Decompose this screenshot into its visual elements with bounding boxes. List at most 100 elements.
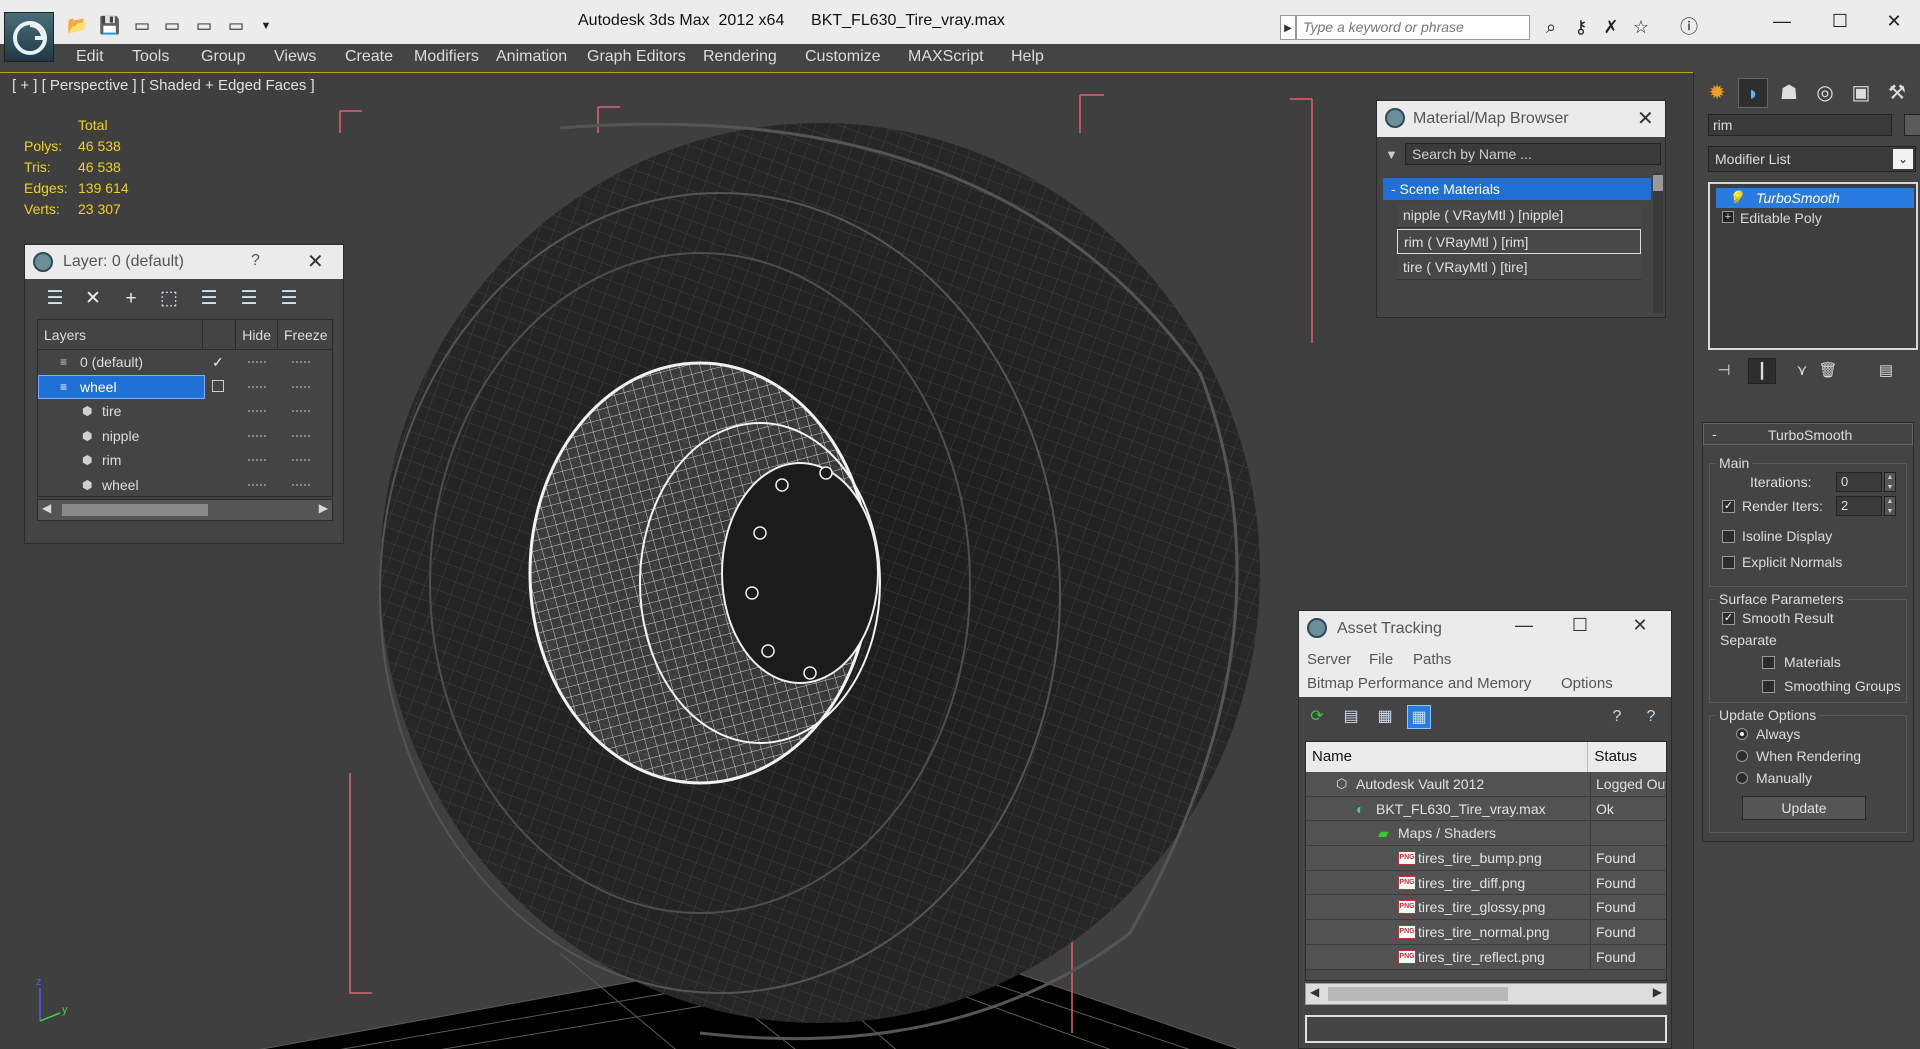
minimize-icon[interactable]: — [1509, 615, 1539, 636]
menu-edit[interactable]: Edit [76, 48, 104, 66]
smooth-result-checkbox[interactable]: ✓ [1722, 612, 1735, 625]
layer-object-row[interactable]: ⬢ nipple [38, 424, 332, 449]
material-item-selected[interactable]: rim ( VRayMtl ) [rim] [1397, 229, 1641, 254]
collapse-icon[interactable]: ⊟ [42, 380, 56, 394]
menu-modifiers[interactable]: Modifiers [414, 48, 479, 66]
hide-toggle[interactable] [248, 434, 266, 437]
menu-bitmap-performance[interactable]: Bitmap Performance and Memory [1307, 675, 1531, 692]
spinner-arrows-icon[interactable]: ▲ ▼ [1884, 472, 1896, 492]
context-help-icon[interactable]: ? [1639, 705, 1663, 729]
isoline-display-checkbox[interactable] [1722, 530, 1735, 543]
material-item[interactable]: nipple ( VRayMtl ) [nipple] [1397, 203, 1641, 228]
modifier-list-dropdown[interactable]: Modifier List ⌄ [1708, 146, 1916, 172]
collapse-icon[interactable]: - [1712, 426, 1717, 442]
layer-dialog-titlebar[interactable]: Layer: 0 (default) ? ✕ [25, 245, 343, 279]
maximize-icon[interactable]: ☐ [1820, 8, 1860, 34]
col-current[interactable] [203, 320, 237, 349]
asset-row[interactable]: PNG tires_tire_normal.png Found [1306, 920, 1666, 945]
render-iters-checkbox[interactable]: ✓ [1722, 500, 1735, 513]
asset-row[interactable]: PNG tires_tire_bump.png Found [1306, 846, 1666, 871]
menu-options[interactable]: Options [1561, 675, 1613, 692]
asset-row[interactable]: ◐ BKT_FL630_Tire_vray.max Ok [1306, 796, 1666, 822]
scrollbar-thumb[interactable] [62, 504, 208, 516]
scroll-right-icon[interactable]: ▶ [319, 501, 328, 515]
explicit-normals-checkbox[interactable] [1722, 556, 1735, 569]
col-hide[interactable]: Hide [236, 320, 278, 349]
scroll-right-icon[interactable]: ▶ [1653, 985, 1662, 999]
freeze-all-layers-icon[interactable]: ☰ [277, 287, 301, 311]
create-layer-icon[interactable]: ☰ [43, 287, 67, 311]
manually-radio[interactable] [1736, 772, 1748, 784]
keyword-search-input[interactable]: Type a keyword or phrase [1296, 15, 1530, 40]
freeze-toggle[interactable] [292, 361, 310, 363]
favorites-star-icon[interactable]: ☆ [1628, 15, 1654, 40]
hide-toggle[interactable] [248, 483, 266, 486]
menu-create[interactable]: Create [345, 48, 393, 66]
table-view-icon[interactable]: ▦ [1407, 705, 1431, 729]
help-question-icon[interactable]: ? [1605, 705, 1629, 729]
layer-horizontal-scrollbar[interactable]: ◀ ▶ [37, 499, 333, 521]
menu-views[interactable]: Views [274, 48, 316, 66]
asset-horizontal-scrollbar[interactable]: ◀ ▶ [1305, 983, 1667, 1005]
asset-row[interactable]: PNG tires_tire_diff.png Found [1306, 870, 1666, 896]
refresh-icon[interactable]: ⟳ [1305, 705, 1329, 729]
save-file-icon[interactable]: 💾 [98, 15, 122, 37]
hold-icon[interactable]: ▭ [192, 15, 216, 37]
freeze-toggle[interactable] [292, 459, 310, 461]
asset-row[interactable]: ⬡ Autodesk Vault 2012 Logged Out [1306, 772, 1666, 797]
fetch-icon[interactable]: ▭ [224, 15, 248, 37]
close-icon[interactable]: ✕ [1637, 106, 1654, 131]
rollout-header[interactable]: - TurboSmooth [1703, 423, 1913, 445]
minimize-icon[interactable]: — [1762, 8, 1802, 34]
stack-item-editable-poly[interactable]: + Editable Poly [1716, 208, 1914, 228]
menu-animation[interactable]: Animation [496, 48, 567, 66]
material-search-input[interactable]: Search by Name ... [1405, 143, 1661, 165]
spinner-arrows-icon[interactable]: ▲ ▼ [1884, 496, 1896, 516]
close-icon[interactable]: ✕ [307, 249, 324, 274]
hide-toggle[interactable] [248, 361, 266, 363]
make-current-icon[interactable] [212, 379, 224, 392]
scrollbar-thumb[interactable] [1653, 175, 1663, 191]
create-tab-icon[interactable]: ✹ [1702, 78, 1732, 108]
browser-options-icon[interactable]: ▼ [1385, 147, 1398, 162]
menu-customize[interactable]: Customize [805, 48, 881, 66]
menu-paths[interactable]: Paths [1413, 651, 1451, 668]
iterations-spinner[interactable]: 0 [1836, 472, 1882, 492]
current-layer-check[interactable]: ✓ [212, 354, 224, 371]
delete-layer-icon[interactable]: ✕ [81, 287, 105, 311]
material-item[interactable]: tire ( VRayMtl ) [tire] [1397, 255, 1641, 280]
list-view-icon[interactable]: ▤ [1339, 705, 1363, 729]
when-rendering-radio[interactable] [1736, 750, 1748, 762]
select-in-layer-icon[interactable]: ⬚ [157, 287, 181, 311]
asset-row[interactable]: ▰ Maps / Shaders [1306, 821, 1666, 847]
object-name-input[interactable]: rim [1708, 114, 1892, 136]
col-freeze[interactable]: Freeze [278, 320, 332, 349]
scroll-left-icon[interactable]: ◀ [1310, 985, 1319, 999]
render-iters-spinner[interactable]: 2 [1836, 496, 1882, 516]
hide-all-layers-icon[interactable]: ☰ [237, 287, 261, 311]
update-button[interactable]: Update [1742, 796, 1866, 820]
material-browser-titlebar[interactable]: Material/Map Browser ✕ [1377, 101, 1665, 137]
lightbulb-icon[interactable]: 💡 [1728, 190, 1744, 206]
menu-rendering[interactable]: Rendering [703, 48, 777, 66]
menu-graph-editors[interactable]: Graph Editors [587, 48, 686, 66]
freeze-toggle[interactable] [292, 410, 310, 412]
col-layers[interactable]: Layers [38, 320, 204, 349]
freeze-toggle[interactable] [292, 385, 310, 388]
menu-file[interactable]: File [1369, 651, 1393, 668]
separate-materials-checkbox[interactable] [1762, 656, 1775, 669]
scroll-left-icon[interactable]: ◀ [42, 501, 51, 515]
asset-tracking-titlebar[interactable]: Asset Tracking — ☐ ✕ [1299, 611, 1671, 647]
menu-group[interactable]: Group [201, 48, 245, 66]
modify-tab-icon[interactable]: ◗ [1738, 78, 1768, 108]
configure-modifier-sets-icon[interactable]: ▤ [1872, 358, 1900, 384]
maximize-icon[interactable]: ☐ [1565, 615, 1595, 636]
help-button[interactable]: ? [251, 252, 260, 270]
menu-maxscript[interactable]: MAXScript [908, 48, 984, 66]
search-expand-icon[interactable]: ▶ [1280, 15, 1296, 40]
redo-icon[interactable]: ▭ [160, 15, 184, 37]
col-status[interactable]: Status [1588, 742, 1666, 772]
viewport-label-menu[interactable]: [ + ] [ Perspective ] [ Shaded + Edged F… [12, 77, 315, 94]
hide-toggle[interactable] [248, 385, 266, 388]
freeze-toggle[interactable] [292, 434, 310, 437]
